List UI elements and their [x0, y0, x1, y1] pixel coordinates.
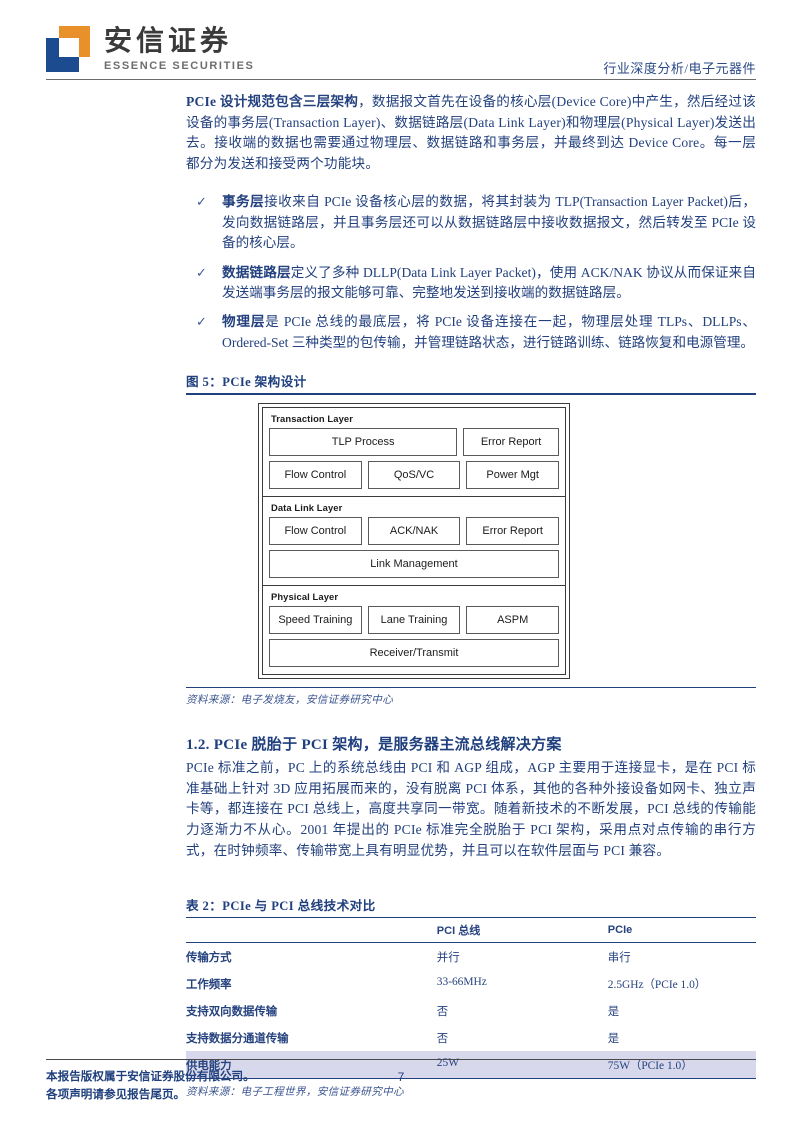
figure-source-note: 资料来源：电子发烧友，安信证券研究中心 — [186, 695, 393, 707]
page-number: 7 — [397, 1070, 405, 1085]
table-row: 传输方式 并行 串行 — [186, 943, 756, 971]
comparison-table: PCI 总线 PCIe 传输方式 并行 串行 工作频率 33-66MHz 2.5… — [186, 917, 756, 1080]
block-lane-training: Lane Training — [367, 605, 461, 634]
row-value-pcie: 2.5GHz（PCIe 1.0） — [607, 978, 707, 991]
row-value-pci: 33-66MHz — [436, 975, 487, 988]
layer-title: Transaction Layer — [271, 412, 353, 424]
logo-text: 安信证券 ESSENCE SECURITIES — [104, 26, 255, 73]
check-icon: ✓ — [196, 194, 207, 210]
logo-mark-icon — [46, 26, 92, 72]
layer-row: TLP Process Error Report — [269, 427, 559, 456]
table-row: 工作频率 33-66MHz 2.5GHz（PCIe 1.0） — [186, 970, 756, 997]
table-row: 支持双向数据传输 否 是 — [186, 997, 756, 1024]
intro-paragraph: PCIe 设计规范包含三层架构，数据报文首先在设备的核心层(Device Cor… — [186, 92, 756, 174]
row-label: 支持数据分通道传输 — [186, 1032, 289, 1045]
row-value-pci: 否 — [436, 1032, 449, 1045]
block-speed-training: Speed Training — [269, 605, 362, 634]
row-label: 支持双向数据传输 — [186, 1005, 278, 1018]
document-page: 安信证券 ESSENCE SECURITIES 行业深度分析/电子元器件 PCI… — [0, 0, 802, 1133]
layer-bullet-list: ✓ 事务层接收来自 PCIe 设备核心层的数据，将其封装为 TLP(Transa… — [186, 192, 756, 353]
block-error-report: Error Report — [463, 427, 559, 456]
footer-inner: 本报告版权属于安信证券股份有限公司。 各项声明请参见报告尾页。 7 — [46, 1068, 756, 1104]
row-value-pcie: 是 — [607, 1032, 620, 1045]
transaction-layer-block: Transaction Layer TLP Process Error Repo… — [262, 406, 566, 497]
bullet-lead: 物理层 — [222, 314, 266, 330]
intro-lead: PCIe 设计规范包含三层架构 — [186, 94, 359, 109]
bullet-text: 是 PCIe 总线的最底层，将 PCIe 设备连接在一起，物理层处理 TLPs、… — [222, 314, 756, 350]
section-heading: 1.2. PCIe 脱胎于 PCI 架构，是服务器主流总线解决方案 — [186, 737, 562, 754]
row-value-pci: 并行 — [436, 951, 460, 964]
page-header: 安信证券 ESSENCE SECURITIES 行业深度分析/电子元器件 — [0, 0, 802, 92]
block-flow-control: Flow Control — [269, 516, 362, 545]
table-header-row: PCI 总线 PCIe — [186, 917, 756, 944]
row-label: 传输方式 — [186, 951, 232, 964]
layer-row: Speed Training Lane Training ASPM — [269, 605, 560, 634]
block-flow-control: Flow Control — [269, 460, 362, 489]
table-head: PCI 总线 PCIe — [186, 917, 756, 944]
list-item: ✓ 物理层是 PCIe 总线的最底层，将 PCIe 设备连接在一起，物理层处理 … — [186, 312, 756, 353]
column-header-blank — [186, 917, 437, 944]
figure-5: 图 5：PCIe 架构设计 Transaction Layer TLP Proc… — [186, 371, 756, 707]
figure-bottom-divider — [186, 686, 756, 689]
data-link-layer-block: Data Link Layer Flow Control ACK/NAK Err… — [262, 496, 566, 586]
block-link-management: Link Management — [269, 549, 559, 578]
header-divider — [46, 79, 756, 80]
logo-chinese-name: 安信证券 — [104, 26, 233, 57]
check-icon: ✓ — [196, 264, 207, 280]
row-value-pci: 否 — [436, 1005, 449, 1018]
bullet-lead: 事务层 — [222, 194, 265, 210]
block-error-report: Error Report — [466, 516, 560, 545]
layer-title: Data Link Layer — [271, 501, 343, 513]
bullet-lead: 数据链路层 — [222, 264, 291, 280]
block-tlp-process: TLP Process — [269, 427, 458, 456]
figure-canvas: Transaction Layer TLP Process Error Repo… — [186, 394, 756, 687]
physical-layer-block: Physical Layer Speed Training Lane Train… — [262, 585, 566, 675]
logo-white-notch — [59, 38, 79, 57]
footer-divider — [46, 1059, 756, 1061]
layer-row: Link Management — [269, 549, 559, 578]
column-header-pci: PCI 总线 — [436, 917, 608, 944]
page-content: PCIe 设计规范包含三层架构，数据报文首先在设备的核心层(Device Cor… — [186, 92, 756, 1099]
list-item: ✓ 事务层接收来自 PCIe 设备核心层的数据，将其封装为 TLP(Transa… — [186, 192, 756, 253]
check-icon: ✓ — [196, 314, 207, 330]
layer-row: Receiver/Transmit — [269, 638, 559, 667]
figure-caption: 图 5：PCIe 架构设计 — [186, 375, 307, 390]
row-label: 工作频率 — [186, 978, 232, 991]
block-receiver-transmit: Receiver/Transmit — [269, 638, 559, 667]
table-caption: 表 2：PCIe 与 PCI 总线技术对比 — [186, 899, 376, 914]
row-value-pcie: 是 — [607, 1005, 620, 1018]
block-qos-vc: QoS/VC — [367, 460, 461, 489]
breadcrumb: 行业深度分析/电子元器件 — [603, 61, 756, 76]
row-value-pcie: 串行 — [607, 951, 631, 964]
layer-title: Physical Layer — [271, 590, 339, 602]
block-aspm: ASPM — [466, 605, 560, 634]
list-item: ✓ 数据链路层定义了多种 DLLP(Data Link Layer Packet… — [186, 263, 756, 304]
pcie-architecture-diagram: Transaction Layer TLP Process Error Repo… — [258, 402, 570, 679]
section-paragraph: PCIe 标准之前，PC 上的系统总线由 PCI 和 AGP 组成，AGP 主要… — [186, 760, 756, 858]
block-power-mgt: Power Mgt — [466, 460, 560, 489]
layer-row: Flow Control ACK/NAK Error Report — [269, 516, 560, 545]
table-row: 支持数据分通道传输 否 是 — [186, 1024, 756, 1051]
logo-english-name: ESSENCE SECURITIES — [104, 60, 255, 72]
layer-row: Flow Control QoS/VC Power Mgt — [269, 460, 560, 489]
column-header-pcie: PCIe — [607, 917, 756, 944]
block-ack-nak: ACK/NAK — [367, 516, 461, 545]
footer-copyright-line-2: 各项声明请参见报告尾页。 — [46, 1088, 186, 1102]
company-logo: 安信证券 ESSENCE SECURITIES — [46, 26, 254, 72]
page-footer: 本报告版权属于安信证券股份有限公司。 各项声明请参见报告尾页。 7 — [46, 1059, 756, 1115]
bullet-text: 接收来自 PCIe 设备核心层的数据，将其封装为 TLP(Transaction… — [222, 194, 757, 251]
bullet-text: 定义了多种 DLLP(Data Link Layer Packet)，使用 AC… — [222, 264, 757, 300]
